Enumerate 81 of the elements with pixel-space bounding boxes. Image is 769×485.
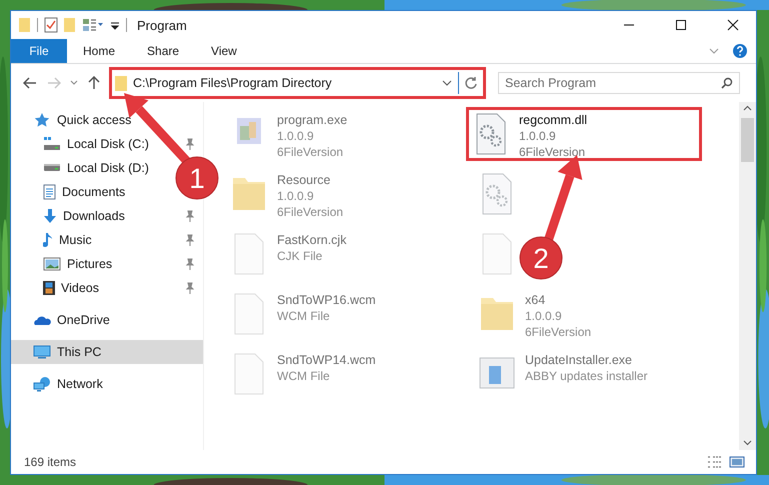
- file-name: program.exe: [277, 112, 348, 128]
- ribbon-tab[interactable]: Share: [131, 39, 196, 63]
- ribbon-tab[interactable]: File: [11, 39, 67, 63]
- file-name: x64: [525, 292, 546, 308]
- file-detail: 1.0.0.9: [277, 188, 315, 204]
- file-detail: 1.0.0.9: [277, 128, 315, 144]
- view-list-icon[interactable]: [82, 17, 104, 33]
- highlighted-file-item[interactable]: regcomm.dll 1.0.0.9 6FileVersion: [466, 107, 702, 161]
- film-icon: [43, 281, 55, 295]
- file-detail: WCM File: [277, 368, 331, 384]
- sidebar-item[interactable]: Local Disk (D:): [11, 156, 155, 180]
- network-icon: [33, 376, 51, 392]
- back-arrow-icon: [23, 77, 37, 89]
- scrollbar[interactable]: [739, 102, 756, 450]
- file-item[interactable]: UpdateInstaller.exe ABBY updates installer: [472, 347, 655, 401]
- file-name: regcomm.dll: [519, 112, 588, 128]
- drive-icon: [43, 164, 61, 172]
- monitor-icon: [33, 345, 51, 359]
- file-detail: 6FileVersion: [277, 144, 344, 160]
- ribbon-tab[interactable]: Home: [67, 39, 132, 63]
- picture-icon: [43, 257, 61, 271]
- file-item[interactable]: Resource 1.0.0.9 6FileVersion: [224, 167, 350, 225]
- pin-icon[interactable]: [185, 138, 195, 150]
- ribbon-tab[interactable]: View: [195, 39, 253, 63]
- chevron-down-icon: [70, 80, 78, 86]
- file-item[interactable]: FastKorn.cjk CJK File: [224, 227, 354, 281]
- pin-icon[interactable]: [185, 234, 195, 246]
- sidebar-item[interactable]: Music: [11, 228, 98, 252]
- chevron-down-icon[interactable]: [442, 79, 452, 87]
- up-arrow-icon: [88, 76, 100, 90]
- close-icon: [727, 19, 739, 31]
- sidebar-item[interactable]: Documents: [11, 180, 132, 204]
- file-item[interactable]: SndToWP14.wcm WCM File: [224, 347, 383, 401]
- file-detail: 1.0.0.9: [525, 308, 563, 324]
- sidebar-item[interactable]: Network: [11, 372, 109, 396]
- download-icon: [43, 208, 57, 224]
- search-field[interactable]: Search Program: [498, 72, 740, 94]
- properties-icon[interactable]: [44, 17, 58, 33]
- file-detail: 1.0.0.9: [519, 128, 557, 144]
- sidebar-item[interactable]: Quick access: [11, 108, 138, 132]
- file-name: FastKorn.cjk: [277, 232, 346, 248]
- file-detail: 6FileVersion: [277, 204, 344, 220]
- pin-icon[interactable]: [185, 258, 195, 270]
- sidebar-item[interactable]: Videos: [11, 276, 105, 300]
- star-icon: [33, 112, 51, 128]
- scroll-thumb[interactable]: [741, 118, 754, 162]
- file-item[interactable]: SndToWP16.wcm WCM File: [224, 287, 383, 341]
- file-detail: WCM File: [277, 308, 331, 324]
- file-name: Resource: [277, 172, 332, 188]
- forward-arrow-icon: [47, 77, 61, 89]
- pin-icon[interactable]: [185, 282, 195, 294]
- file-name: UpdateInstaller.exe: [525, 352, 634, 368]
- search-icon: [721, 77, 733, 89]
- file-name: SndToWP16.wcm: [277, 292, 376, 308]
- sidebar-item[interactable]: This PC: [11, 340, 203, 364]
- folder-icon: [115, 76, 127, 90]
- sidebar-item[interactable]: Pictures: [11, 252, 118, 276]
- address-field[interactable]: C:\Program Files\Program Directory: [112, 72, 459, 94]
- file-detail: ABBY updates installer: [525, 368, 648, 384]
- file-detail: 6FileVersion: [525, 324, 592, 340]
- drive-icon: [43, 137, 61, 151]
- step-badge: 2: [520, 236, 562, 280]
- pin-icon[interactable]: [185, 210, 195, 222]
- details-view-icon: [707, 455, 723, 469]
- maximize-icon: [675, 19, 687, 31]
- item-count: 169 items: [24, 455, 78, 469]
- file-name: SndToWP14.wcm: [277, 352, 376, 368]
- sidebar-item[interactable]: Local Disk (C:): [11, 132, 155, 156]
- sidebar-item[interactable]: Downloads: [11, 204, 131, 228]
- tiles-view-icon: [729, 455, 745, 469]
- file-detail: 6FileVersion: [519, 144, 586, 160]
- sidebar-item[interactable]: OneDrive: [11, 308, 116, 332]
- file-item[interactable]: program.exe 1.0.0.9 6FileVersion: [224, 107, 354, 165]
- music-note-icon: [43, 232, 53, 248]
- document-icon: [43, 184, 56, 200]
- step-badge: 1: [176, 156, 218, 200]
- refresh-icon: [464, 76, 478, 90]
- file-item[interactable]: x64 1.0.0.9 6FileVersion: [472, 287, 598, 345]
- cloud-icon: [33, 315, 51, 325]
- window-title: Program: [137, 18, 188, 32]
- file-detail: CJK File: [277, 248, 324, 264]
